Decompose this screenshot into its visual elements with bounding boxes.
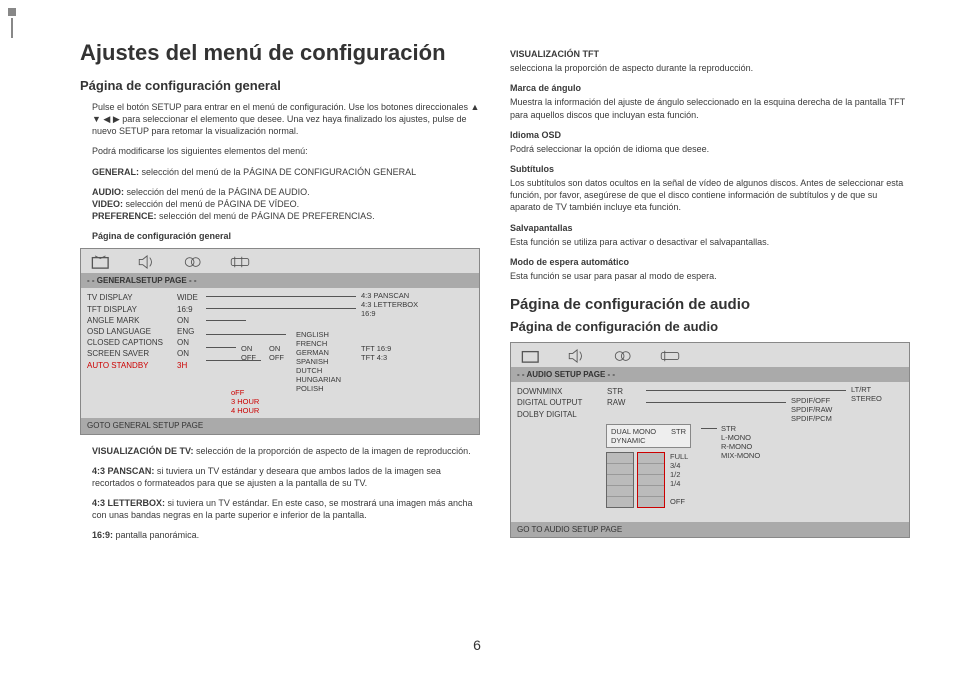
scale-labels: FULL 3/4 1/2 1/4 OFF [670, 452, 688, 506]
sub-heading: Página de configuración general [92, 230, 480, 242]
mono-options: STR L-MONO R-MONO MIX-MONO [721, 424, 760, 460]
right-column: VISUALIZACIÓN TFT selecciona la proporci… [510, 40, 910, 549]
angle-text: Muestra la información del ajuste de áng… [510, 96, 910, 120]
menu-row: OSD LANGUAGEENG [87, 326, 473, 337]
standby-text: Esta función se usar para pasar al modo … [510, 270, 910, 282]
angle-heading: Marca de ángulo [510, 82, 910, 94]
widescreen-desc: 16:9: pantalla panorámica. [92, 529, 480, 541]
menu-row: DOWNMINXSTR [517, 386, 903, 397]
audio-subheading: Página de configuración de audio [510, 319, 910, 334]
general-setup-menu: - - GENERALSETUP PAGE - - TV DISPLAYWIDE… [80, 248, 480, 434]
menu-footer: GOTO GENERAL SETUP PAGE [81, 418, 479, 433]
film-icon [183, 255, 205, 269]
bullet-preference: PREFERENCE: selección del menú de PÁGINA… [92, 210, 480, 222]
audio-page-title: Página de configuración de audio [510, 296, 910, 313]
crop-mark [8, 8, 16, 42]
tv-icon [521, 349, 543, 363]
audio-menu-title: - - AUDIO SETUP PAGE - - [511, 367, 909, 382]
standby-options: oFF 3 HOUR 4 HOUR [231, 388, 259, 415]
page-title: Ajustes del menú de configuración [80, 40, 480, 66]
slider-icon [229, 255, 251, 269]
audio-menu-footer: GO TO AUDIO SETUP PAGE [511, 522, 909, 537]
dynamic-sliders: FULL 3/4 1/2 1/4 OFF [606, 452, 668, 508]
onoff-col2: ON OFF [269, 344, 284, 362]
screensaver-heading: Salvapantallas [510, 222, 910, 234]
speaker-icon [137, 255, 159, 269]
menu-row: DOLBY DIGITAL [517, 409, 903, 420]
ltrt-options: LT/RT STEREO [851, 385, 882, 403]
tft-text: selecciona la proporción de aspecto dura… [510, 62, 910, 74]
audio-setup-menu: - - AUDIO SETUP PAGE - - DOWNMINXSTRDIGI… [510, 342, 910, 538]
tv-display-desc: VISUALIZACIÓN DE TV: selección de la pro… [92, 445, 480, 457]
dolby-submenu: DUAL MONOSTR DYNAMIC [606, 424, 691, 448]
osd-heading: Idioma OSD [510, 129, 910, 141]
intro-text-2: Podrá modificarse los siguientes element… [92, 145, 480, 157]
standby-heading: Modo de espera automático [510, 256, 910, 268]
menu-tabs-audio [511, 343, 909, 367]
section-general: Página de configuración general [80, 78, 480, 93]
tv-icon [91, 255, 113, 269]
spdif-options: SPDIF/OFF SPDIF/RAW SPDIF/PCM [791, 396, 832, 423]
intro-text: Pulse el botón SETUP para entrar en el m… [92, 101, 480, 137]
bullet-general: GENERAL: selección del menú de la PÁGINA… [92, 166, 480, 178]
wide-options: 4:3 PANSCAN 4:3 LETTERBOX 16:9 [361, 291, 418, 318]
film-icon [613, 349, 635, 363]
bullet-audio: AUDIO: selección del menú de la PÁGINA D… [92, 186, 480, 198]
panscan-desc: 4:3 PANSCAN: si tuviera un TV estándar y… [92, 465, 480, 489]
subtitle-text: Los subtítulos son datos ocultos en la s… [510, 177, 910, 213]
letterbox-desc: 4:3 LETTERBOX: si tuviera un TV estándar… [92, 497, 480, 521]
bullet-video: VIDEO: selección del menú de PÁGINA DE V… [92, 198, 480, 210]
osd-text: Podrá seleccionar la opción de idioma qu… [510, 143, 910, 155]
language-options: ENGLISH FRENCH GERMAN SPANISH DUTCH HUNG… [296, 330, 341, 393]
subtitle-heading: Subtítulos [510, 163, 910, 175]
slider-icon [659, 349, 681, 363]
page-number: 6 [473, 637, 481, 653]
screensaver-text: Esta función se utiliza para activar o d… [510, 236, 910, 248]
menu-title: - - GENERALSETUP PAGE - - [81, 273, 479, 288]
speaker-icon [567, 349, 589, 363]
menu-tabs [81, 249, 479, 273]
left-column: Ajustes del menú de configuración Página… [80, 40, 480, 549]
tft-options: TFT 16:9 TFT 4:3 [361, 344, 391, 362]
tft-heading: VISUALIZACIÓN TFT [510, 48, 910, 60]
